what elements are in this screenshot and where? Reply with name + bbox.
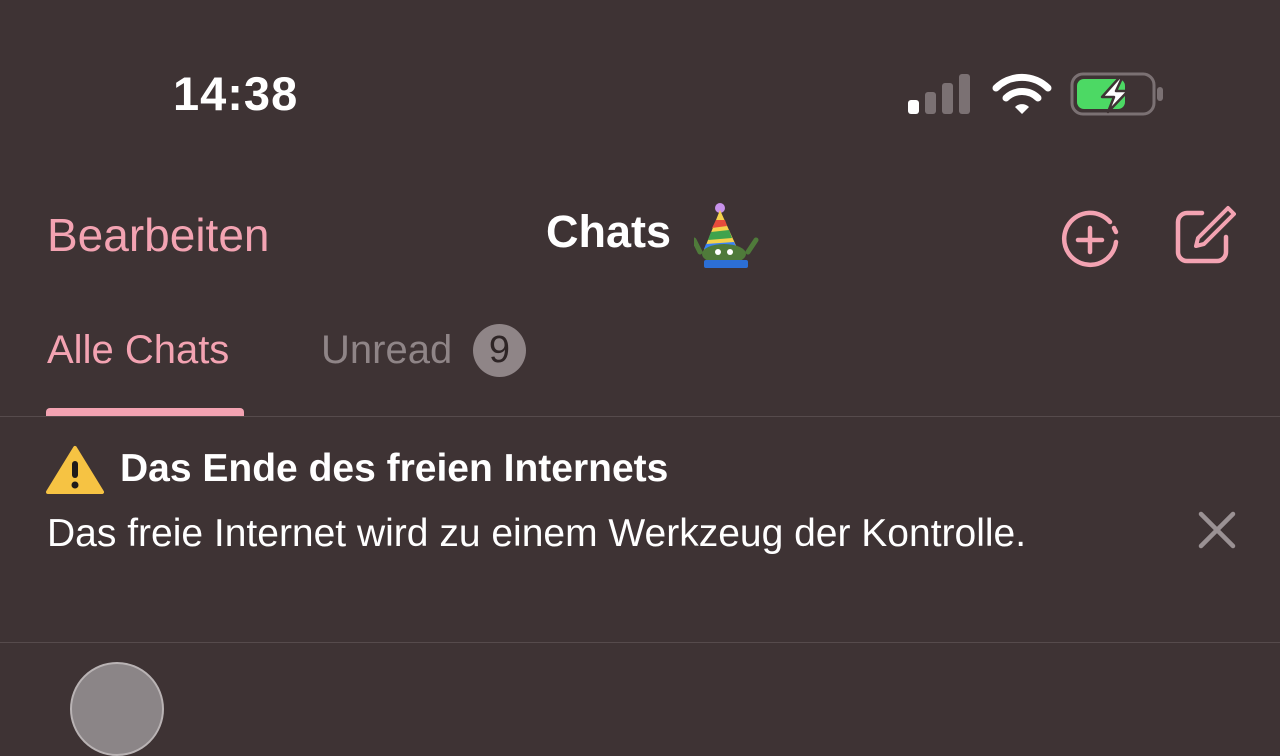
banner-text: Das freie Internet wird zu einem Werkzeu… [47,512,1027,555]
page-title: Chats [546,206,672,257]
unread-count-badge: 9 [473,324,526,377]
party-hat-frog-icon[interactable] [694,202,762,270]
close-icon[interactable] [1196,509,1238,551]
nav-bar: Bearbeiten Chats [0,190,1280,290]
warning-icon [46,446,104,494]
notice-banner[interactable]: Das Ende des freien Internets Das freie … [0,417,1280,642]
divider [0,642,1280,643]
status-bar: 14:38 [0,0,1280,150]
chat-filter-tabs: Alle Chats Unread 9 [0,320,1280,416]
avatar[interactable] [70,662,164,756]
tab-all-chats[interactable]: Alle Chats [47,328,229,373]
status-time: 14:38 [173,67,299,120]
active-tab-indicator [46,408,244,416]
compose-icon[interactable] [1172,204,1236,268]
add-story-icon[interactable] [1058,208,1122,272]
banner-title: Das Ende des freien Internets [120,447,669,490]
tab-unread[interactable]: Unread [321,328,452,373]
battery-charging-icon [1070,72,1163,116]
cellular-signal-icon [908,74,970,114]
wifi-icon [992,73,1052,114]
edit-button[interactable]: Bearbeiten [47,208,270,262]
